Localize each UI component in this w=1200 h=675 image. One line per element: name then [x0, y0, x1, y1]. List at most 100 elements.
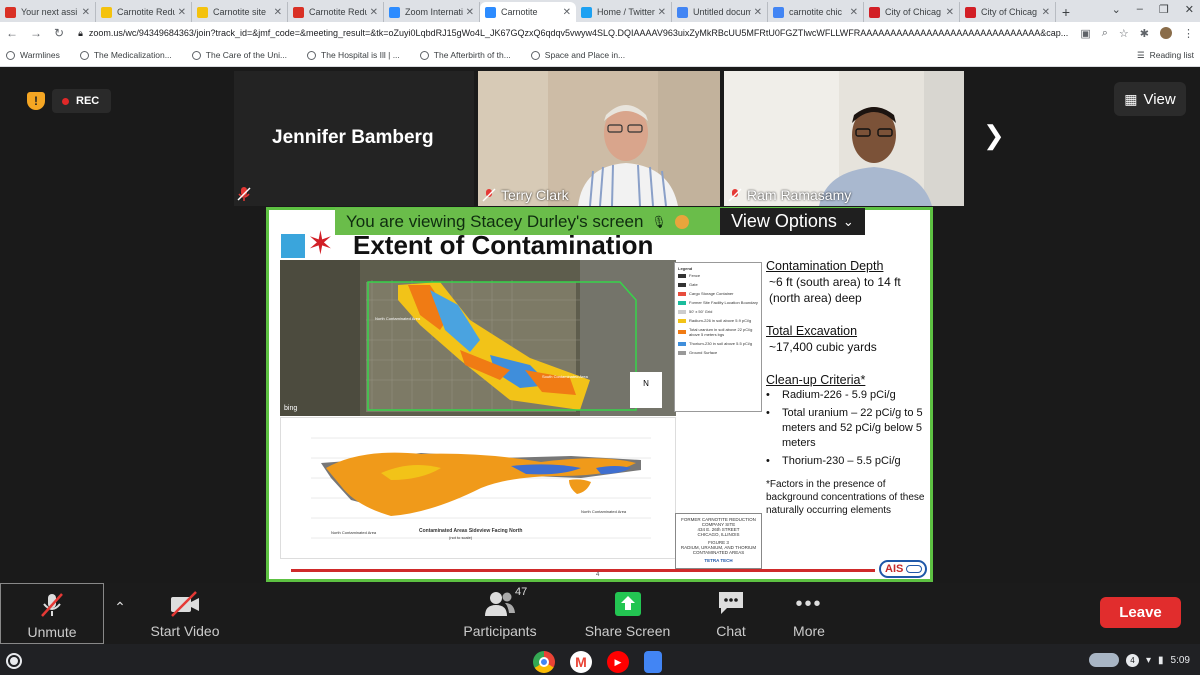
- zoom-magnifier-icon[interactable]: ⌕: [1102, 27, 1108, 40]
- extensions-icon[interactable]: ✱: [1140, 27, 1149, 40]
- muted-mic-icon: [237, 187, 251, 201]
- close-tab-icon[interactable]: ✕: [563, 7, 571, 18]
- browser-tab[interactable]: Carnotite site ✕: [192, 2, 288, 22]
- ais-logo-text: AIS: [885, 563, 904, 575]
- participant-tile-ram[interactable]: Ram Ramasamy: [724, 71, 964, 206]
- close-tab-icon[interactable]: ✕: [178, 7, 186, 18]
- view-options-button[interactable]: View Options ⌄: [720, 208, 865, 235]
- recording-indicator[interactable]: REC: [52, 89, 111, 113]
- reload-icon[interactable]: ↻: [54, 26, 64, 40]
- close-tab-icon[interactable]: ✕: [82, 7, 90, 18]
- bookmark-item[interactable]: The Care of the Uni...: [191, 50, 287, 60]
- viewing-banner-text: You are viewing Stacey Durley's screen: [346, 211, 644, 231]
- participants-count: 47: [515, 586, 528, 598]
- bookmark-star-icon[interactable]: ☆: [1119, 27, 1129, 40]
- bookmark-item[interactable]: The Medicalization...: [79, 50, 172, 60]
- chat-button[interactable]: Chat: [700, 583, 762, 644]
- new-tab-button[interactable]: +: [1056, 2, 1076, 22]
- browser-tab[interactable]: Carnotite Redu ✕: [288, 2, 384, 22]
- map-legend: Legend Fence Gate Cargo Storage Container F…: [674, 262, 762, 412]
- menu-icon[interactable]: ⋮: [1183, 27, 1194, 40]
- browser-tab[interactable]: Carnotite Redu ✕: [96, 2, 192, 22]
- shared-screen: ✶ Extent of Contamination N bing North C…: [266, 207, 933, 582]
- browser-tab[interactable]: Your next assi ✕: [0, 2, 96, 22]
- launcher-icon[interactable]: [8, 655, 20, 667]
- next-page-chevron-icon[interactable]: ❯: [983, 120, 1005, 151]
- excavation-text: ~17,400 cubic yards: [769, 340, 877, 354]
- youtube-icon[interactable]: ▶: [607, 651, 629, 673]
- bookmark-item[interactable]: The Afterbirth of th...: [419, 50, 511, 60]
- notification-count: 4: [1125, 653, 1139, 667]
- browser-tab[interactable]: Zoom Internati ✕: [384, 2, 480, 22]
- svg-text:(not to scale): (not to scale): [449, 535, 473, 540]
- globe-icon: [79, 50, 89, 60]
- share-screen-button[interactable]: Share Screen: [580, 583, 675, 644]
- browser-tab[interactable]: Untitled docum ✕: [672, 2, 768, 22]
- close-tab-icon[interactable]: ✕: [754, 7, 762, 18]
- bookmark-label: Warmlines: [20, 50, 60, 60]
- view-button[interactable]: ▦ View: [1114, 82, 1186, 116]
- svg-text:N: N: [643, 379, 649, 388]
- lock-icon: 🔒︎: [78, 27, 83, 38]
- docs-icon[interactable]: [644, 651, 662, 673]
- status-tray[interactable]: 4 ▾ ▮ 5:09: [1088, 652, 1190, 668]
- bookmark-label: The Hospital is Ill | ...: [321, 50, 400, 60]
- restore-icon[interactable]: ❐: [1159, 3, 1169, 16]
- close-tab-icon[interactable]: ✕: [658, 7, 666, 18]
- globe-icon: [419, 50, 429, 60]
- bookmark-item[interactable]: The Hospital is Ill | ...: [307, 50, 400, 60]
- forward-icon[interactable]: →: [30, 26, 42, 40]
- participant-tile-terry[interactable]: Terry Clark: [478, 71, 720, 206]
- profile-icon[interactable]: [1160, 26, 1172, 39]
- audio-options-caret[interactable]: ⌃: [110, 599, 130, 619]
- minimize-icon[interactable]: –: [1137, 3, 1143, 16]
- close-window-icon[interactable]: ✕: [1185, 3, 1194, 16]
- chrome-icon[interactable]: [533, 651, 555, 673]
- tab-title: Carnotite Redu: [117, 7, 175, 17]
- back-icon[interactable]: ←: [6, 26, 18, 40]
- start-video-label: Start Video: [150, 623, 220, 639]
- legend-label: 50' x 50' Grid: [689, 309, 713, 314]
- close-tab-icon[interactable]: ✕: [1042, 7, 1050, 18]
- close-tab-icon[interactable]: ✕: [274, 7, 282, 18]
- google-icon: [773, 6, 784, 18]
- criteria-item: Total uranium – 22 pCi/g to 5 meters and…: [766, 406, 930, 451]
- start-video-button[interactable]: Start Video: [140, 583, 230, 644]
- chicago-flag-square: [281, 234, 305, 258]
- tab-title: carnotite chic: [789, 7, 843, 17]
- participant-tile-jennifer[interactable]: Jennifer Bamberg: [234, 71, 474, 206]
- gmail-icon[interactable]: M: [570, 651, 592, 673]
- bookmark-item[interactable]: Space and Place in...: [530, 50, 625, 60]
- close-tab-icon[interactable]: ✕: [946, 7, 954, 18]
- url-field[interactable]: 🔒︎ zoom.us/wc/94349684363/join?track_id=…: [78, 28, 1070, 39]
- twitter-icon: [581, 6, 592, 18]
- security-shield-icon[interactable]: !: [27, 92, 45, 110]
- tab-search-icon[interactable]: ⌄: [1112, 3, 1121, 16]
- browser-tab[interactable]: City of Chicag ✕: [864, 2, 960, 22]
- browser-tab[interactable]: carnotite chic ✕: [768, 2, 864, 22]
- rec-label: REC: [76, 95, 100, 107]
- more-button[interactable]: ••• More: [780, 583, 838, 644]
- leave-button[interactable]: Leave: [1100, 597, 1181, 628]
- browser-tab[interactable]: City of Chicag ✕: [960, 2, 1056, 22]
- browser-tab[interactable]: Home / Twitter ✕: [576, 2, 672, 22]
- participant-name: Ram Ramasamy: [747, 187, 852, 203]
- battery-icon: ▮: [1158, 654, 1164, 666]
- legend-label: Ground Surface: [689, 350, 718, 355]
- participants-button[interactable]: 47 Participants: [455, 583, 545, 644]
- video-feed: [724, 71, 964, 206]
- browser-tab[interactable]: Carnotite ✕: [480, 2, 576, 22]
- title-block-line: CONTAMINATED AREAS: [692, 550, 745, 555]
- reading-list[interactable]: ☰ Reading list: [1137, 50, 1194, 61]
- close-tab-icon[interactable]: ✕: [850, 7, 858, 18]
- close-tab-icon[interactable]: ✕: [370, 7, 378, 18]
- legend-swatch: [678, 309, 686, 314]
- camera-blocked-icon[interactable]: ▣: [1080, 27, 1090, 40]
- criteria-item: Radium-226 - 5.9 pCi/g: [766, 388, 930, 403]
- bookmark-item[interactable]: Warmlines: [6, 50, 60, 60]
- unmute-button[interactable]: Unmute: [0, 583, 104, 644]
- close-tab-icon[interactable]: ✕: [466, 7, 474, 18]
- window-controls: ⌄ – ❐ ✕: [1112, 3, 1194, 16]
- depth-text: ~6 ft (south area) to 14 ft (north area)…: [769, 275, 901, 305]
- figure-title-block: FORMER CARNOTITE REDUCTION COMPANY SITE 43…: [675, 513, 762, 569]
